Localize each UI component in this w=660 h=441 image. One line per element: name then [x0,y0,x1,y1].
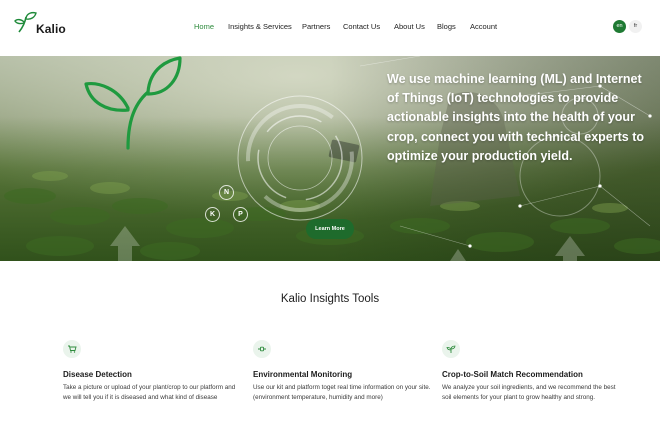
main-nav: Home Insights & Services Partners Contac… [0,22,660,36]
tool-title: Crop-to-Soil Match Recommendation [442,370,583,379]
nutrient-n-icon: N [219,185,234,200]
language-en-button[interactable]: en [613,20,626,33]
nav-home[interactable]: Home [194,22,214,31]
monitor-icon [253,340,271,358]
nav-contact-us[interactable]: Contact Us [343,22,380,31]
language-fr-button[interactable]: fr [629,20,642,33]
hero-headline: We use machine learning (ML) and Interne… [387,72,644,163]
nav-blogs[interactable]: Blogs [437,22,456,31]
sprout-icon [442,340,460,358]
tools-section-title: Kalio Insights Tools [280,293,380,305]
site-header: Kalio Home Insights & Services Partners … [0,0,660,56]
tool-description: Use our kit and platform toget real time… [253,384,431,401]
nav-insights-services[interactable]: Insights & Services [228,22,292,31]
tool-title: Disease Detection [63,370,132,379]
learn-more-button[interactable]: Learn More [306,219,354,239]
tool-title: Environmental Monitoring [253,370,353,379]
tool-description: Take a picture or upload of your plant/c… [63,384,236,401]
tool-description: We analyze your soil ingredients, and we… [442,384,616,401]
nutrient-p-icon: P [233,207,248,222]
nav-account[interactable]: Account [470,22,497,31]
hero-banner: N K P We use machine learning (ML) and I… [0,56,660,261]
nav-about-us[interactable]: About Us [394,22,425,31]
nutrient-k-icon: K [205,207,220,222]
cart-icon [63,340,81,358]
nav-partners[interactable]: Partners [302,22,330,31]
